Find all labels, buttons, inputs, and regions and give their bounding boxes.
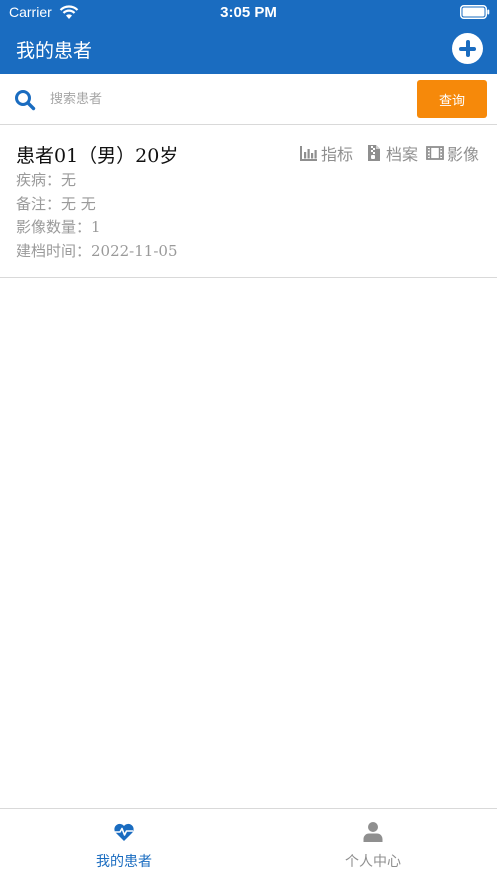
patient-card[interactable]: 患者01（男）20岁 疾病：无 备注：无 无 影像数量：1 建档时间：2022-… [0,125,497,278]
patient-image-count: 影像数量：1 [16,218,101,236]
heartbeat-icon [114,823,134,841]
tab-profile-label: 个人中心 [345,854,401,870]
search-bar: 查询 [0,74,497,125]
files-label: 档案 [386,145,419,164]
images-label: 影像 [447,145,480,164]
query-button[interactable]: 查询 [417,80,487,118]
app-header: Carrier 3:05 PM 我的患者 [0,0,497,74]
indicators-button[interactable]: 指标 [300,141,353,165]
bar-chart-icon [300,146,317,161]
files-button[interactable]: 档案 [365,141,418,165]
patient-note: 备注：无 无 [16,195,96,213]
tab-profile[interactable]: 个人中心 [249,809,497,883]
patient-disease: 疾病：无 [16,171,77,189]
search-input[interactable] [50,86,405,113]
add-patient-button[interactable] [452,33,483,64]
patient-created-date: 建档时间：2022-11-05 [16,242,178,260]
zip-file-icon [368,145,380,161]
tab-my-patients-label: 我的患者 [96,854,152,870]
tab-bar: 我的患者 个人中心 [0,808,497,883]
film-icon [426,146,444,160]
search-icon [15,90,36,111]
battery-icon [460,5,490,19]
status-bar: Carrier 3:05 PM [0,0,497,26]
patient-title: 患者01（男）20岁 [16,145,179,167]
user-icon [363,822,383,842]
indicators-label: 指标 [321,145,354,164]
tab-my-patients[interactable]: 我的患者 [0,809,248,883]
page-title: 我的患者 [16,40,93,62]
images-button[interactable]: 影像 [426,141,479,165]
status-time: 3:05 PM [220,4,277,21]
